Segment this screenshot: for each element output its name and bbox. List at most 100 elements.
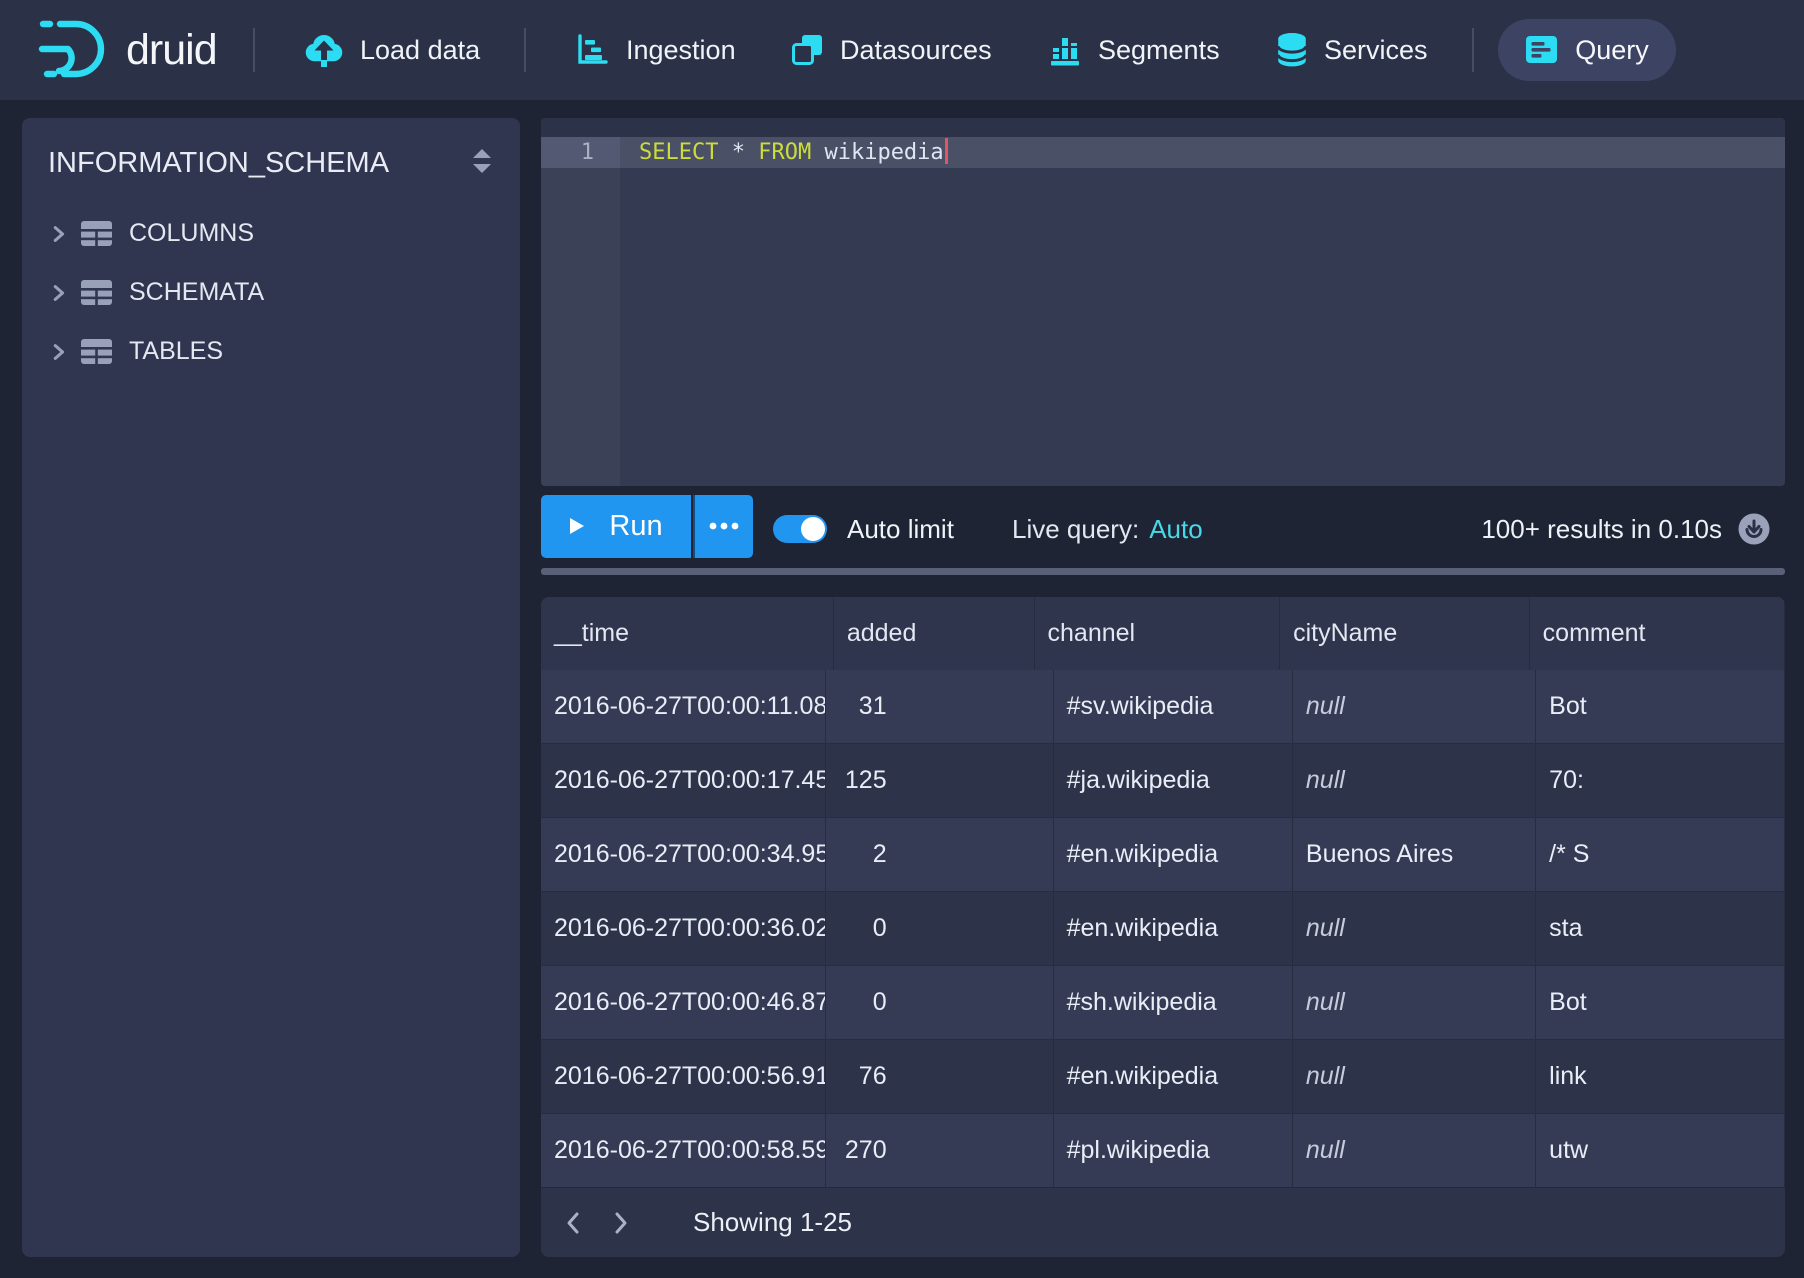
results-summary: 100+ results in 0.10s	[1481, 500, 1722, 558]
nav-divider	[1472, 28, 1474, 72]
cell-cityName[interactable]: Buenos Aires	[1293, 818, 1536, 891]
panel-splitter-handle[interactable]	[541, 568, 1785, 575]
cell-cityName[interactable]: null	[1293, 744, 1536, 817]
run-button[interactable]: Run	[541, 495, 691, 558]
nav-item-label: Segments	[1098, 35, 1220, 66]
cell-channel[interactable]: #sh.wikipedia	[1054, 966, 1293, 1039]
nav-divider	[253, 28, 255, 72]
cell-cityName[interactable]: null	[1293, 966, 1536, 1039]
sidebar-item-label: TABLES	[129, 337, 223, 366]
cell-added[interactable]: 2	[826, 818, 1053, 891]
null-value: null	[1306, 988, 1345, 1016]
nav-item-datasources[interactable]: Datasources	[790, 0, 992, 100]
sidebar-item-tables[interactable]: TABLES	[22, 322, 520, 381]
column-header-channel[interactable]: channel	[1035, 597, 1281, 670]
cell-comment[interactable]: utw	[1536, 1114, 1785, 1187]
next-page-button[interactable]	[601, 1199, 641, 1247]
double-caret-vertical-icon[interactable]	[470, 146, 494, 181]
live-query-label: Live query:	[1012, 514, 1139, 544]
null-value: null	[1306, 1062, 1345, 1090]
cell-channel[interactable]: #en.wikipedia	[1054, 892, 1293, 965]
run-label: Run	[609, 510, 662, 543]
sql-token-plain: wikipedia	[811, 140, 943, 165]
nav-item-label: Services	[1324, 35, 1428, 66]
cell-time[interactable]: 2016-06-27T00:00:46.874Z	[541, 966, 826, 1039]
column-header-comment[interactable]: comment	[1530, 597, 1785, 670]
more-dots-icon	[707, 518, 741, 536]
stacked-squares-icon	[790, 33, 824, 67]
line-number: 1	[541, 137, 594, 168]
sidebar-item-schemata[interactable]: SCHEMATA	[22, 263, 520, 322]
pagination-status: Showing 1-25	[693, 1207, 852, 1238]
nav-item-ingestion[interactable]: Ingestion	[576, 0, 736, 100]
cell-cityName[interactable]: null	[1293, 1114, 1536, 1187]
sql-editor[interactable]: 1 SELECT * FROM wikipedia	[541, 118, 1785, 486]
cell-comment[interactable]: sta	[1536, 892, 1785, 965]
editor-top-strip	[541, 118, 1785, 137]
auto-limit-label: Auto limit	[847, 500, 954, 558]
nav-item-label: Ingestion	[626, 35, 736, 66]
column-header-time[interactable]: __time	[541, 597, 834, 670]
sql-token-keyword: FROM	[758, 140, 811, 165]
column-header-added[interactable]: added	[834, 597, 1035, 670]
cell-added[interactable]: 76	[826, 1040, 1053, 1113]
table-row: 2016-06-27T00:00:56.913Z76#en.wikipedia n…	[541, 1040, 1785, 1114]
download-results-button[interactable]	[1738, 513, 1770, 545]
text-cursor	[945, 138, 948, 164]
cell-added[interactable]: 125	[826, 744, 1053, 817]
column-header-cityName[interactable]: cityName	[1280, 597, 1530, 670]
cell-channel[interactable]: #en.wikipedia	[1054, 1040, 1293, 1113]
cell-time[interactable]: 2016-06-27T00:00:17.457Z	[541, 744, 826, 817]
cell-channel[interactable]: #ja.wikipedia	[1054, 744, 1293, 817]
sql-token-keyword: SELECT	[639, 140, 718, 165]
schema-sidebar-panel: INFORMATION_SCHEMA COLUMNS SCHEMATA TABL…	[22, 118, 520, 1257]
cell-time[interactable]: 2016-06-27T00:00:56.913Z	[541, 1040, 826, 1113]
cell-time[interactable]: 2016-06-27T00:00:58.599Z	[541, 1114, 826, 1187]
nav-item-query[interactable]: Query	[1498, 19, 1676, 81]
null-value: null	[1306, 692, 1345, 720]
table-row: 2016-06-27T00:00:17.457Z125#ja.wikipedia…	[541, 744, 1785, 818]
cell-channel[interactable]: #pl.wikipedia	[1054, 1114, 1293, 1187]
cell-time[interactable]: 2016-06-27T00:00:36.027Z	[541, 892, 826, 965]
cell-comment[interactable]: /* S	[1536, 818, 1785, 891]
cell-added[interactable]: 0	[826, 892, 1053, 965]
sql-code-line[interactable]: SELECT * FROM wikipedia	[639, 137, 948, 168]
previous-page-button[interactable]	[553, 1199, 593, 1247]
table-row: 2016-06-27T00:00:34.959Z2#en.wikipediaBu…	[541, 818, 1785, 892]
nav-item-services[interactable]: Services	[1276, 0, 1428, 100]
cell-cityName[interactable]: null	[1293, 670, 1536, 743]
cell-comment[interactable]: Bot	[1536, 966, 1785, 1039]
cell-comment[interactable]: 70:	[1536, 744, 1785, 817]
cell-comment[interactable]: Bot	[1536, 670, 1785, 743]
cell-time[interactable]: 2016-06-27T00:00:11.080Z	[541, 670, 826, 743]
cell-time[interactable]: 2016-06-27T00:00:34.959Z	[541, 818, 826, 891]
toggle-knob	[801, 517, 825, 541]
null-value: null	[1306, 914, 1345, 942]
nav-item-label: Load data	[360, 35, 480, 66]
chevron-right-icon	[48, 282, 68, 304]
cell-channel[interactable]: #en.wikipedia	[1054, 818, 1293, 891]
play-icon	[569, 510, 585, 543]
cell-added[interactable]: 0	[826, 966, 1053, 1039]
live-query: Live query: Auto	[1012, 500, 1203, 558]
cell-comment[interactable]: link	[1536, 1040, 1785, 1113]
console-icon	[1525, 34, 1559, 66]
cell-cityName[interactable]: null	[1293, 1040, 1536, 1113]
chevron-right-icon	[48, 341, 68, 363]
results-table-header: __timeaddedchannelcityNamecomment	[541, 597, 1785, 670]
cell-added[interactable]: 270	[826, 1114, 1053, 1187]
app-logo[interactable]: druid	[38, 0, 217, 100]
database-icon	[1276, 32, 1308, 68]
sidebar-item-columns[interactable]: COLUMNS	[22, 204, 520, 263]
gantt-chart-icon	[576, 34, 610, 66]
more-options-button[interactable]	[693, 495, 753, 558]
nav-item-segments[interactable]: Segments	[1048, 0, 1220, 100]
auto-limit-toggle[interactable]	[773, 515, 827, 543]
nav-item-load-data[interactable]: Load data	[304, 0, 480, 100]
live-query-mode-selector[interactable]: Auto	[1149, 514, 1203, 544]
chevron-right-icon	[48, 223, 68, 245]
cell-cityName[interactable]: null	[1293, 892, 1536, 965]
cell-channel[interactable]: #sv.wikipedia	[1054, 670, 1293, 743]
nav-item-label: Datasources	[840, 35, 992, 66]
cell-added[interactable]: 31	[826, 670, 1053, 743]
